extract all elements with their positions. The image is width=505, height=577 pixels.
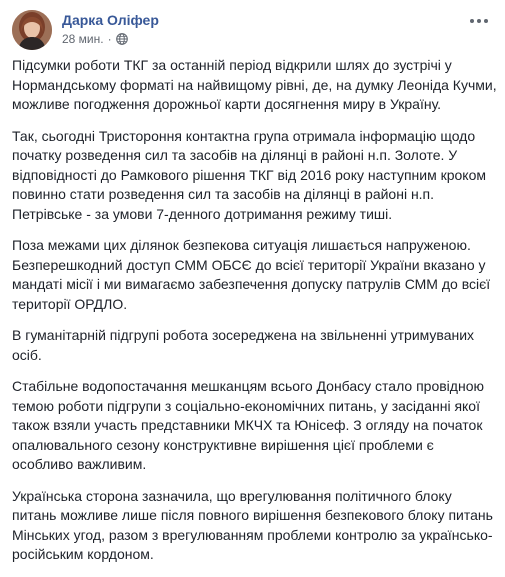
post-paragraph: Так, сьогодні Тристороння контактна груп… [12, 127, 487, 222]
post-paragraph: В гуманітарній підгрупі робота зосередже… [12, 327, 475, 363]
post-meta: 28 мин. · [62, 32, 128, 46]
author-avatar[interactable] [12, 10, 52, 50]
meta-separator: · [107, 32, 112, 46]
post-header: Дарка Оліфер 28 мин. · [12, 10, 493, 52]
post-text: Підсумки роботи ТКГ за останній період в… [12, 56, 497, 577]
facebook-post: Дарка Оліфер 28 мин. · Підсумки роботи Т… [0, 0, 505, 562]
post-paragraph: Підсумки роботи ТКГ за останній період в… [12, 57, 497, 112]
post-paragraph: Стабільне водопостачання мешканцям всьог… [12, 378, 484, 472]
profile-photo-icon [12, 10, 52, 50]
post-timestamp[interactable]: 28 мин. [62, 32, 104, 46]
more-options-icon[interactable] [467, 14, 491, 28]
post-paragraph: Поза межами цих ділянок безпекова ситуац… [12, 237, 491, 312]
post-paragraph: Українська сторона зазначила, що врегулю… [12, 487, 493, 563]
author-name[interactable]: Дарка Оліфер [62, 12, 159, 28]
globe-icon[interactable] [115, 33, 128, 45]
